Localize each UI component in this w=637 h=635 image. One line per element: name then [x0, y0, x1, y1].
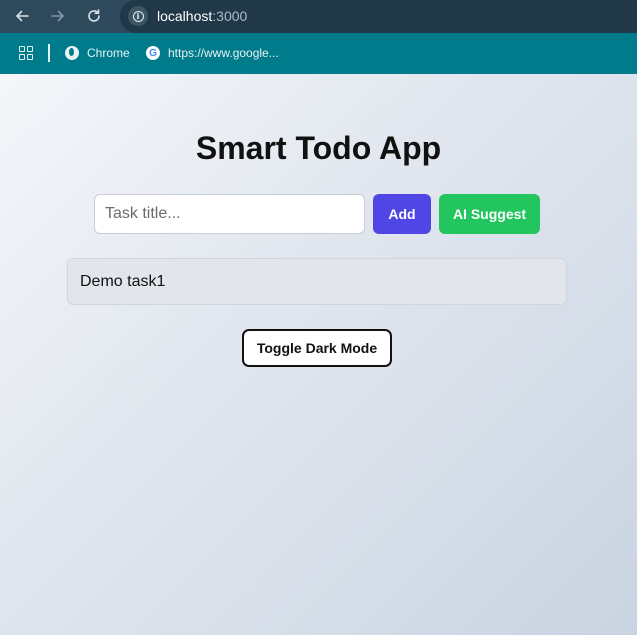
url-host: localhost: [157, 8, 213, 24]
reload-button[interactable]: [82, 4, 106, 28]
task-item[interactable]: Demo task1: [67, 258, 567, 305]
globe-icon: [65, 46, 79, 60]
back-button[interactable]: [10, 4, 34, 28]
url-text[interactable]: localhost:3000: [157, 8, 247, 24]
ai-suggest-button[interactable]: AI Suggest: [439, 194, 540, 234]
task-title-input[interactable]: [94, 194, 365, 234]
bookmark-label: https://www.google...: [168, 46, 279, 60]
reload-icon: [88, 9, 100, 22]
apps-grid-icon[interactable]: [19, 46, 33, 60]
address-bar[interactable]: i localhost:3000: [120, 0, 637, 33]
google-icon: G: [146, 46, 160, 60]
task-title: Demo task1: [80, 272, 166, 290]
arrow-right-icon: [51, 10, 65, 22]
arrow-left-icon: [15, 10, 29, 22]
bookmark-google[interactable]: G https://www.google...: [146, 44, 279, 62]
add-button[interactable]: Add: [373, 194, 431, 234]
site-info-button[interactable]: i: [128, 6, 148, 26]
bookmark-chrome[interactable]: Chrome: [65, 44, 130, 62]
url-port: :3000: [212, 8, 248, 24]
bookmarks-divider: [48, 44, 50, 62]
app-page: Smart Todo App Add AI Suggest Demo task1…: [0, 74, 637, 635]
bookmark-label: Chrome: [87, 46, 130, 60]
forward-button[interactable]: [46, 4, 70, 28]
bookmarks-bar: Chrome G https://www.google...: [0, 33, 637, 74]
browser-toolbar: i localhost:3000: [0, 0, 637, 33]
toggle-dark-mode-button[interactable]: Toggle Dark Mode: [242, 329, 392, 367]
info-icon: i: [132, 10, 144, 22]
page-title: Smart Todo App: [195, 130, 442, 166]
